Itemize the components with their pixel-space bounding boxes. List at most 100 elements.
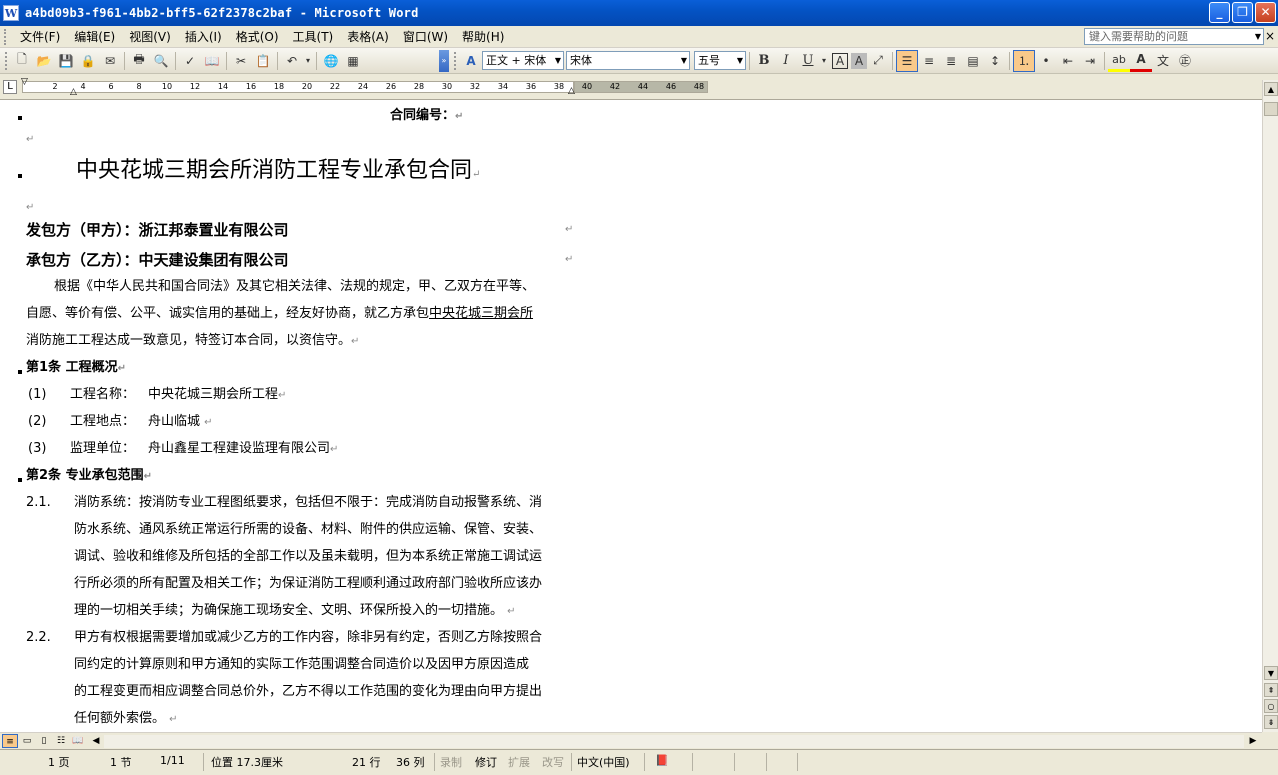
status-language[interactable]: 中文(中国)	[577, 754, 630, 770]
cut-icon[interactable]: ✂	[230, 50, 252, 72]
scroll-thumb[interactable]	[1264, 102, 1278, 116]
word-app-icon[interactable]: W	[3, 5, 19, 21]
bullets-button[interactable]: •	[1035, 50, 1057, 72]
status-track-changes[interactable]: 修订	[475, 754, 497, 770]
scroll-left-icon[interactable]: ◀	[88, 734, 104, 748]
outline-view-icon[interactable]: ☷	[53, 734, 69, 748]
align-right-button[interactable]: ≣	[940, 50, 962, 72]
clause-2-1-line[interactable]: 调试、验收和维修及所包括的全部工作以及虽未载明，但为本系统正常施工调试运	[74, 543, 542, 570]
menu-table[interactable]: 表格(A)	[340, 26, 396, 47]
intro-line-1[interactable]: 根据《中华人民共和国合同法》及其它相关法律、法规的规定，甲、乙双方在平等、	[54, 273, 535, 300]
permission-icon[interactable]: 🔒	[77, 50, 99, 72]
undo-icon[interactable]: ↶	[281, 50, 303, 72]
align-center-button[interactable]: ≡	[918, 50, 940, 72]
menu-file[interactable]: 文件(F)	[13, 26, 67, 47]
menubar-grip[interactable]	[4, 28, 7, 45]
next-page-icon[interactable]: ⇟	[1264, 715, 1278, 729]
previous-page-icon[interactable]: ⇞	[1264, 683, 1278, 697]
intro-line-3[interactable]: 消防施工工程达成一致意见，特签订本合同，以资信守。↵	[26, 327, 359, 355]
browse-object-icon[interactable]: ○	[1264, 699, 1278, 713]
tab-selector[interactable]: L	[3, 80, 17, 94]
print-icon[interactable]: 🖶	[128, 50, 150, 72]
font-size-select[interactable]: 五号 ▼	[694, 51, 746, 70]
print-preview-icon[interactable]: 🔍	[150, 50, 172, 72]
article-1-heading[interactable]: 第1条 工程概况↵	[26, 354, 126, 382]
clause-2-2-line-last[interactable]: 任何额外索偿。 ↵	[74, 705, 178, 732]
align-justify-button[interactable]: ☰	[896, 49, 918, 72]
toolbar-grip[interactable]	[454, 51, 457, 70]
new-document-icon[interactable]: 🗋	[11, 50, 33, 72]
character-scaling-icon[interactable]: ⤢	[867, 50, 889, 72]
clause-2-2-line[interactable]: 甲方有权根据需要增加或减少乙方的工作内容，除非另有约定，否则乙方除按照合	[74, 624, 542, 651]
reading-layout-view-icon[interactable]: 📖	[70, 734, 86, 748]
article-2-heading[interactable]: 第2条 专业承包范围↵	[26, 462, 152, 490]
first-line-indent-marker[interactable]: ▽	[21, 77, 28, 87]
horizontal-scroll-track[interactable]	[104, 735, 1244, 748]
underline-button[interactable]: U	[797, 50, 819, 72]
horizontal-scrollbar[interactable]: ≡ ▭ ▯ ☷ 📖 ◀ ▶	[0, 732, 1262, 749]
spelling-status-icon[interactable]: 📕	[655, 754, 669, 767]
document-title[interactable]: 中央花城三期会所消防工程专业承包合同↵	[76, 152, 480, 184]
menu-view[interactable]: 视图(V)	[122, 26, 178, 47]
article-1-item-2[interactable]: (2) 工程地点： 舟山临城 ↵	[28, 408, 213, 435]
party-a-line[interactable]: 发包方（甲方）：浙江邦泰置业有限公司	[26, 219, 289, 240]
save-icon[interactable]: 💾	[55, 50, 77, 72]
distributed-align-button[interactable]: ▤	[962, 50, 984, 72]
italic-button[interactable]: I	[775, 50, 797, 72]
font-select[interactable]: 宋体 ▼	[566, 51, 690, 70]
scroll-up-icon[interactable]: ▲	[1264, 82, 1278, 96]
scroll-right-icon[interactable]: ▶	[1245, 734, 1261, 748]
undo-dropdown-icon[interactable]: ▾	[303, 50, 313, 72]
styles-formatting-icon[interactable]: A	[460, 50, 482, 72]
status-overtype[interactable]: 改写	[542, 754, 564, 770]
email-icon[interactable]: ✉	[99, 50, 121, 72]
line-spacing-icon[interactable]: ↕	[984, 50, 1006, 72]
vertical-scrollbar[interactable]: ▲ ▼ ⇞ ○ ⇟	[1262, 80, 1278, 732]
character-border-button[interactable]: A	[832, 52, 848, 69]
document-canvas[interactable]: 合同编号：↵ ↵ 中央花城三期会所消防工程专业承包合同↵ ↵ 发包方（甲方）：浙…	[0, 100, 1262, 732]
menu-window[interactable]: 窗口(W)	[396, 26, 455, 47]
menu-edit[interactable]: 编辑(E)	[67, 26, 122, 47]
status-record[interactable]: 录制	[440, 754, 462, 770]
article-1-item-3[interactable]: (3) 监理单位： 舟山鑫星工程建设监理有限公司↵	[28, 435, 338, 462]
clause-2-1-line[interactable]: 防水系统、通风系统正常运行所需的设备、材料、附件的供应运输、保管、安装、	[74, 516, 542, 543]
help-dropdown-arrow-icon[interactable]: ▼	[1255, 29, 1261, 44]
insert-table-icon[interactable]: ▦	[342, 50, 364, 72]
clause-2-1-line[interactable]: 消防系统：按消防专业工程图纸要求，包括但不限于：完成消防自动报警系统、消	[74, 489, 542, 516]
font-color-button[interactable]: A	[1130, 50, 1152, 72]
horizontal-ruler[interactable]: L ▽ △ △ 2 4 6 8 10 12 14 16 18 20 22 24 …	[0, 74, 1278, 100]
restore-button[interactable]: ❐	[1232, 2, 1253, 23]
open-folder-icon[interactable]: 📂	[33, 50, 55, 72]
contract-number-label[interactable]: 合同编号：↵	[390, 104, 463, 123]
underline-dropdown-icon[interactable]: ▾	[819, 50, 829, 72]
clause-2-1-line[interactable]: 行所必须的所有配置及相关工作；为保证消防工程顺利通过政府部门验收所应该办	[74, 570, 542, 597]
phonetic-guide-icon[interactable]: 文	[1152, 50, 1174, 72]
menu-tools[interactable]: 工具(T)	[286, 26, 341, 47]
scroll-down-icon[interactable]: ▼	[1264, 666, 1278, 680]
intro-line-2[interactable]: 自愿、等价有偿、公平、诚实信用的基础上，经友好协商，就乙方承包中央花城三期会所	[26, 300, 533, 327]
research-icon[interactable]: 📖	[201, 50, 223, 72]
help-question-input[interactable]: 键入需要帮助的问题 ▼	[1084, 28, 1264, 45]
clause-2-2-line[interactable]: 同约定的计算原则和甲方通知的实际工作范围调整合同造价以及因甲方原因造成	[74, 651, 529, 678]
spelling-icon[interactable]: ✓	[179, 50, 201, 72]
print-layout-view-icon[interactable]: ▯	[36, 734, 52, 748]
web-layout-view-icon[interactable]: ▭	[19, 734, 35, 748]
increase-indent-icon[interactable]: ⇥	[1079, 50, 1101, 72]
article-1-item-1[interactable]: (1) 工程名称： 中央花城三期会所工程↵	[28, 381, 286, 408]
right-indent-marker[interactable]: △	[568, 86, 575, 96]
paste-icon[interactable]: 📋	[252, 50, 274, 72]
menu-help[interactable]: 帮助(H)	[455, 26, 511, 47]
toolbar-grip[interactable]	[5, 51, 8, 70]
close-button[interactable]: ✕	[1255, 2, 1276, 23]
highlight-button[interactable]: ab	[1108, 50, 1130, 72]
menu-insert[interactable]: 插入(I)	[178, 26, 229, 47]
status-extend[interactable]: 扩展	[508, 754, 530, 770]
normal-view-icon[interactable]: ≡	[2, 734, 18, 748]
clause-2-1-line-last[interactable]: 理的一切相关手续；为确保施工现场安全、文明、环保所投入的一切措施。 ↵	[74, 597, 516, 625]
enclose-characters-icon[interactable]: ㊣	[1174, 50, 1196, 72]
document-close-button[interactable]: ×	[1265, 29, 1275, 43]
character-shading-button[interactable]: A	[851, 52, 867, 69]
toolbar-options-chevron-icon[interactable]: »	[439, 49, 449, 72]
numbering-button[interactable]: ⒈	[1013, 49, 1035, 72]
decrease-indent-icon[interactable]: ⇤	[1057, 50, 1079, 72]
